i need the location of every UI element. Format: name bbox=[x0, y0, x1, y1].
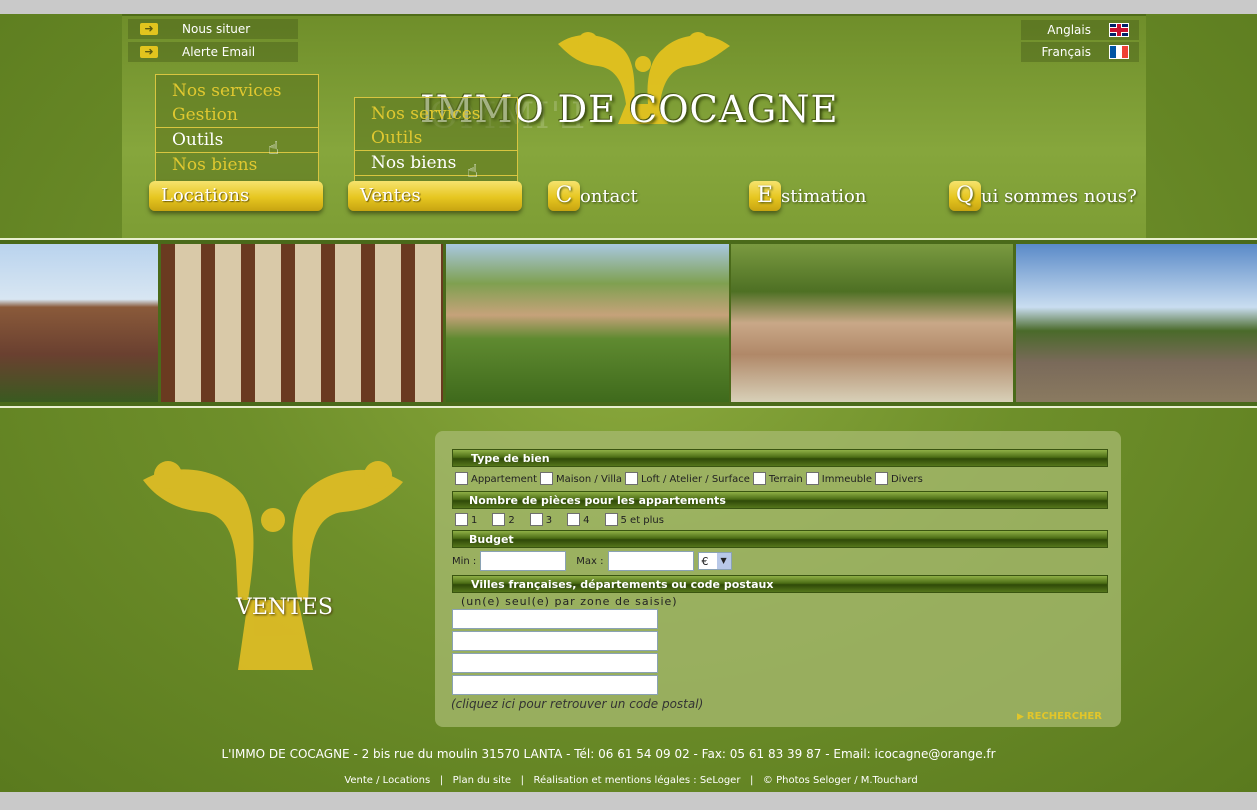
type-label: Maison / Villa bbox=[556, 474, 623, 485]
currency-value: € bbox=[701, 554, 709, 568]
alerte-email-label: Alerte Email bbox=[182, 45, 256, 59]
type-label: Immeuble bbox=[821, 474, 872, 485]
budget-row: Min : Max : € ▼ bbox=[452, 551, 732, 571]
type-label: Appartement bbox=[471, 474, 538, 485]
min-budget-input[interactable] bbox=[480, 551, 567, 571]
type-checkbox[interactable] bbox=[455, 472, 468, 485]
type-checkbox[interactable] bbox=[874, 472, 888, 485]
type-options: Appartement Maison / Villa Loft / Atelie… bbox=[452, 472, 923, 485]
footer-link-photos[interactable]: © Photos Seloger / M.Touchard bbox=[763, 775, 918, 786]
rooms-label: 4 bbox=[583, 515, 590, 526]
lang-anglais-link[interactable]: Anglais bbox=[1021, 20, 1139, 40]
rooms-header: Nombre de pièces pour les appartements bbox=[452, 491, 1108, 509]
type-de-bien-header: Type de bien bbox=[452, 449, 1108, 467]
lang-francais-link[interactable]: Français bbox=[1021, 42, 1139, 62]
city-input[interactable] bbox=[452, 675, 658, 695]
lang-anglais-label: Anglais bbox=[1047, 23, 1091, 37]
nav-contact-cap: C bbox=[548, 181, 580, 211]
dropdown-item-nos-biens[interactable]: Nos biens bbox=[156, 153, 318, 177]
city-input[interactable] bbox=[452, 609, 658, 629]
dropdown-item-outils[interactable]: Outils bbox=[355, 126, 517, 150]
photo-strip bbox=[0, 238, 1257, 408]
type-checkbox[interactable] bbox=[625, 472, 639, 485]
nav-qui-cap: Q bbox=[949, 181, 981, 211]
dropdown-item-gestion[interactable]: Gestion bbox=[156, 103, 318, 127]
nav-estimation-button[interactable]: E stimation bbox=[749, 181, 866, 211]
hand-cursor-icon: ☝ bbox=[467, 161, 478, 182]
search-panel: Type de bien Appartement Maison / Villa … bbox=[435, 431, 1121, 727]
type-checkbox[interactable] bbox=[805, 472, 819, 485]
max-budget-input[interactable] bbox=[607, 551, 694, 571]
footer-link-plan[interactable]: Plan du site bbox=[453, 775, 511, 786]
nav-ventes-button[interactable]: Ventes bbox=[348, 181, 522, 211]
section-title: VENTES bbox=[236, 595, 334, 620]
type-checkbox[interactable] bbox=[540, 472, 554, 485]
footer-separator: | bbox=[433, 775, 450, 786]
photo-square bbox=[731, 244, 1013, 402]
rooms-checkbox[interactable] bbox=[567, 513, 581, 526]
triangle-right-icon: ▶ bbox=[1017, 711, 1024, 722]
dropdown-item-nos-services[interactable]: Nos services bbox=[156, 79, 318, 103]
fr-flag-icon bbox=[1109, 45, 1129, 59]
type-checkbox[interactable] bbox=[752, 472, 766, 485]
locations-dropdown: Nos services Gestion Outils Nos biens bbox=[155, 74, 319, 184]
lang-francais-label: Français bbox=[1041, 45, 1091, 59]
rooms-label: 2 bbox=[508, 515, 515, 526]
min-label: Min : bbox=[452, 555, 477, 567]
footer-link-mentions[interactable]: Réalisation et mentions légales : SeLoge… bbox=[534, 775, 741, 786]
nav-contact-button[interactable]: C ontact bbox=[548, 181, 638, 211]
photo-bridge bbox=[1016, 244, 1257, 402]
dropdown-item-nos-biens[interactable]: Nos biens bbox=[354, 150, 518, 176]
dropdown-item-outils[interactable]: Outils bbox=[155, 127, 319, 153]
currency-select[interactable]: € ▼ bbox=[697, 552, 732, 570]
rooms-label: 1 bbox=[471, 515, 478, 526]
city-input[interactable] bbox=[452, 653, 658, 673]
villes-header: Villes françaises, départements ou code … bbox=[452, 575, 1108, 593]
type-label: Terrain bbox=[768, 474, 803, 485]
footer-links: Vente / Locations | Plan du site | Réali… bbox=[0, 775, 1257, 786]
nous-situer-label: Nous situer bbox=[182, 22, 251, 36]
uk-flag-icon bbox=[1109, 23, 1129, 37]
footer-address: L'IMMO DE COCAGNE - 2 bis rue du moulin … bbox=[221, 747, 996, 761]
type-label: Loft / Atelier / Surface bbox=[641, 474, 750, 485]
nav-estimation-cap: E bbox=[749, 181, 781, 211]
photo-monument bbox=[0, 244, 158, 402]
alerte-email-link[interactable]: ➜ Alerte Email bbox=[128, 42, 298, 62]
villes-hint: (un(e) seul(e) par zone de saisie) bbox=[461, 595, 678, 608]
rooms-checkbox[interactable] bbox=[492, 513, 506, 526]
type-label: Divers bbox=[890, 474, 923, 485]
chevron-down-icon: ▼ bbox=[716, 553, 731, 569]
city-input[interactable] bbox=[452, 631, 658, 651]
budget-header: Budget bbox=[452, 530, 1108, 548]
nav-locations-button[interactable]: Locations bbox=[149, 181, 323, 211]
nav-contact-label: ontact bbox=[580, 185, 638, 207]
hand-cursor-icon: ☝ bbox=[268, 138, 279, 159]
photo-village bbox=[446, 244, 729, 402]
rooms-label: 3 bbox=[545, 515, 553, 526]
rechercher-button[interactable]: ▶ RECHERCHER bbox=[1017, 711, 1102, 722]
rooms-options: 1 2 3 4 5 et plus bbox=[452, 513, 664, 526]
footer-separator: | bbox=[514, 775, 531, 786]
dropdown-item-nos-services[interactable]: Nos services bbox=[355, 102, 517, 126]
ventes-dropdown: Nos services Outils Nos biens bbox=[354, 97, 518, 183]
nav-estimation-label: stimation bbox=[781, 185, 867, 207]
nous-situer-link[interactable]: ➜ Nous situer bbox=[128, 19, 298, 39]
max-label: Max : bbox=[576, 555, 604, 567]
footer-link-vente[interactable]: Vente / Locations bbox=[344, 775, 430, 786]
ventes-tree-icon bbox=[143, 461, 403, 670]
photo-timber-house bbox=[161, 244, 443, 402]
arrow-right-icon: ➜ bbox=[140, 46, 158, 58]
rooms-checkbox[interactable] bbox=[455, 513, 468, 526]
footer-separator: | bbox=[743, 775, 760, 786]
rooms-checkbox[interactable] bbox=[604, 513, 618, 526]
rechercher-label: RECHERCHER bbox=[1026, 711, 1102, 722]
rooms-label: 5 et plus bbox=[620, 515, 664, 526]
rooms-checkbox[interactable] bbox=[529, 513, 543, 526]
nav-qui-sommes-nous-button[interactable]: Q ui sommes nous? bbox=[949, 181, 1137, 211]
nav-qui-label: ui sommes nous? bbox=[981, 185, 1137, 207]
postal-code-link[interactable]: (cliquez ici pour retrouver un code post… bbox=[451, 697, 703, 711]
arrow-right-icon: ➜ bbox=[140, 23, 158, 35]
